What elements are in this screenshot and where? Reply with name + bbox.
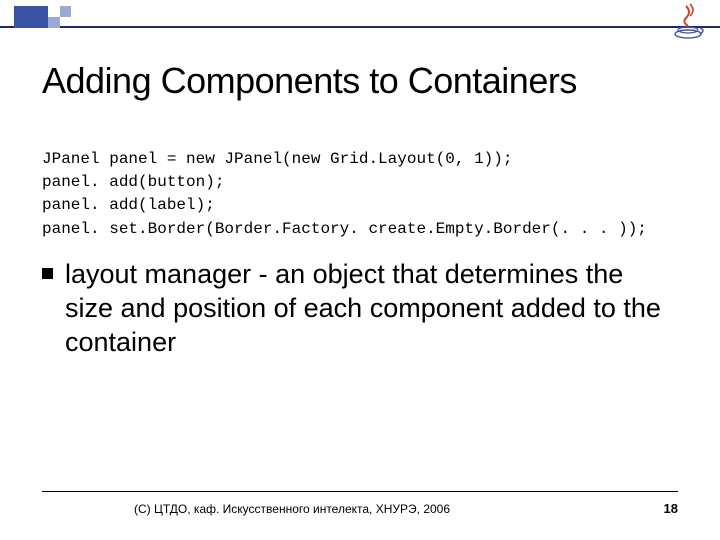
copyright-text: (C) ЦТДО, каф. Искусственного интелекта,…: [134, 502, 450, 516]
page-number: 18: [664, 501, 678, 516]
code-line-3: panel. add(label);: [42, 196, 215, 214]
header-block-1: [14, 6, 48, 28]
header-decor: [0, 6, 720, 28]
header-block-2: [48, 17, 60, 28]
code-line-2: panel. add(button);: [42, 173, 224, 191]
code-line-4: panel. set.Border(Border.Factory. create…: [42, 220, 647, 238]
java-logo-icon: [670, 2, 706, 42]
code-line-1: JPanel panel = new JPanel(new Grid.Layou…: [42, 150, 512, 168]
code-block: JPanel panel = new JPanel(new Grid.Layou…: [42, 148, 647, 241]
bullet-item: layout manager - an object that determin…: [42, 258, 678, 359]
bullet-text: layout manager - an object that determin…: [65, 258, 678, 359]
footer-divider: [42, 491, 678, 492]
header-block-3: [60, 6, 71, 17]
slide-title: Adding Components to Containers: [42, 60, 577, 102]
bullet-square-icon: [42, 268, 53, 279]
